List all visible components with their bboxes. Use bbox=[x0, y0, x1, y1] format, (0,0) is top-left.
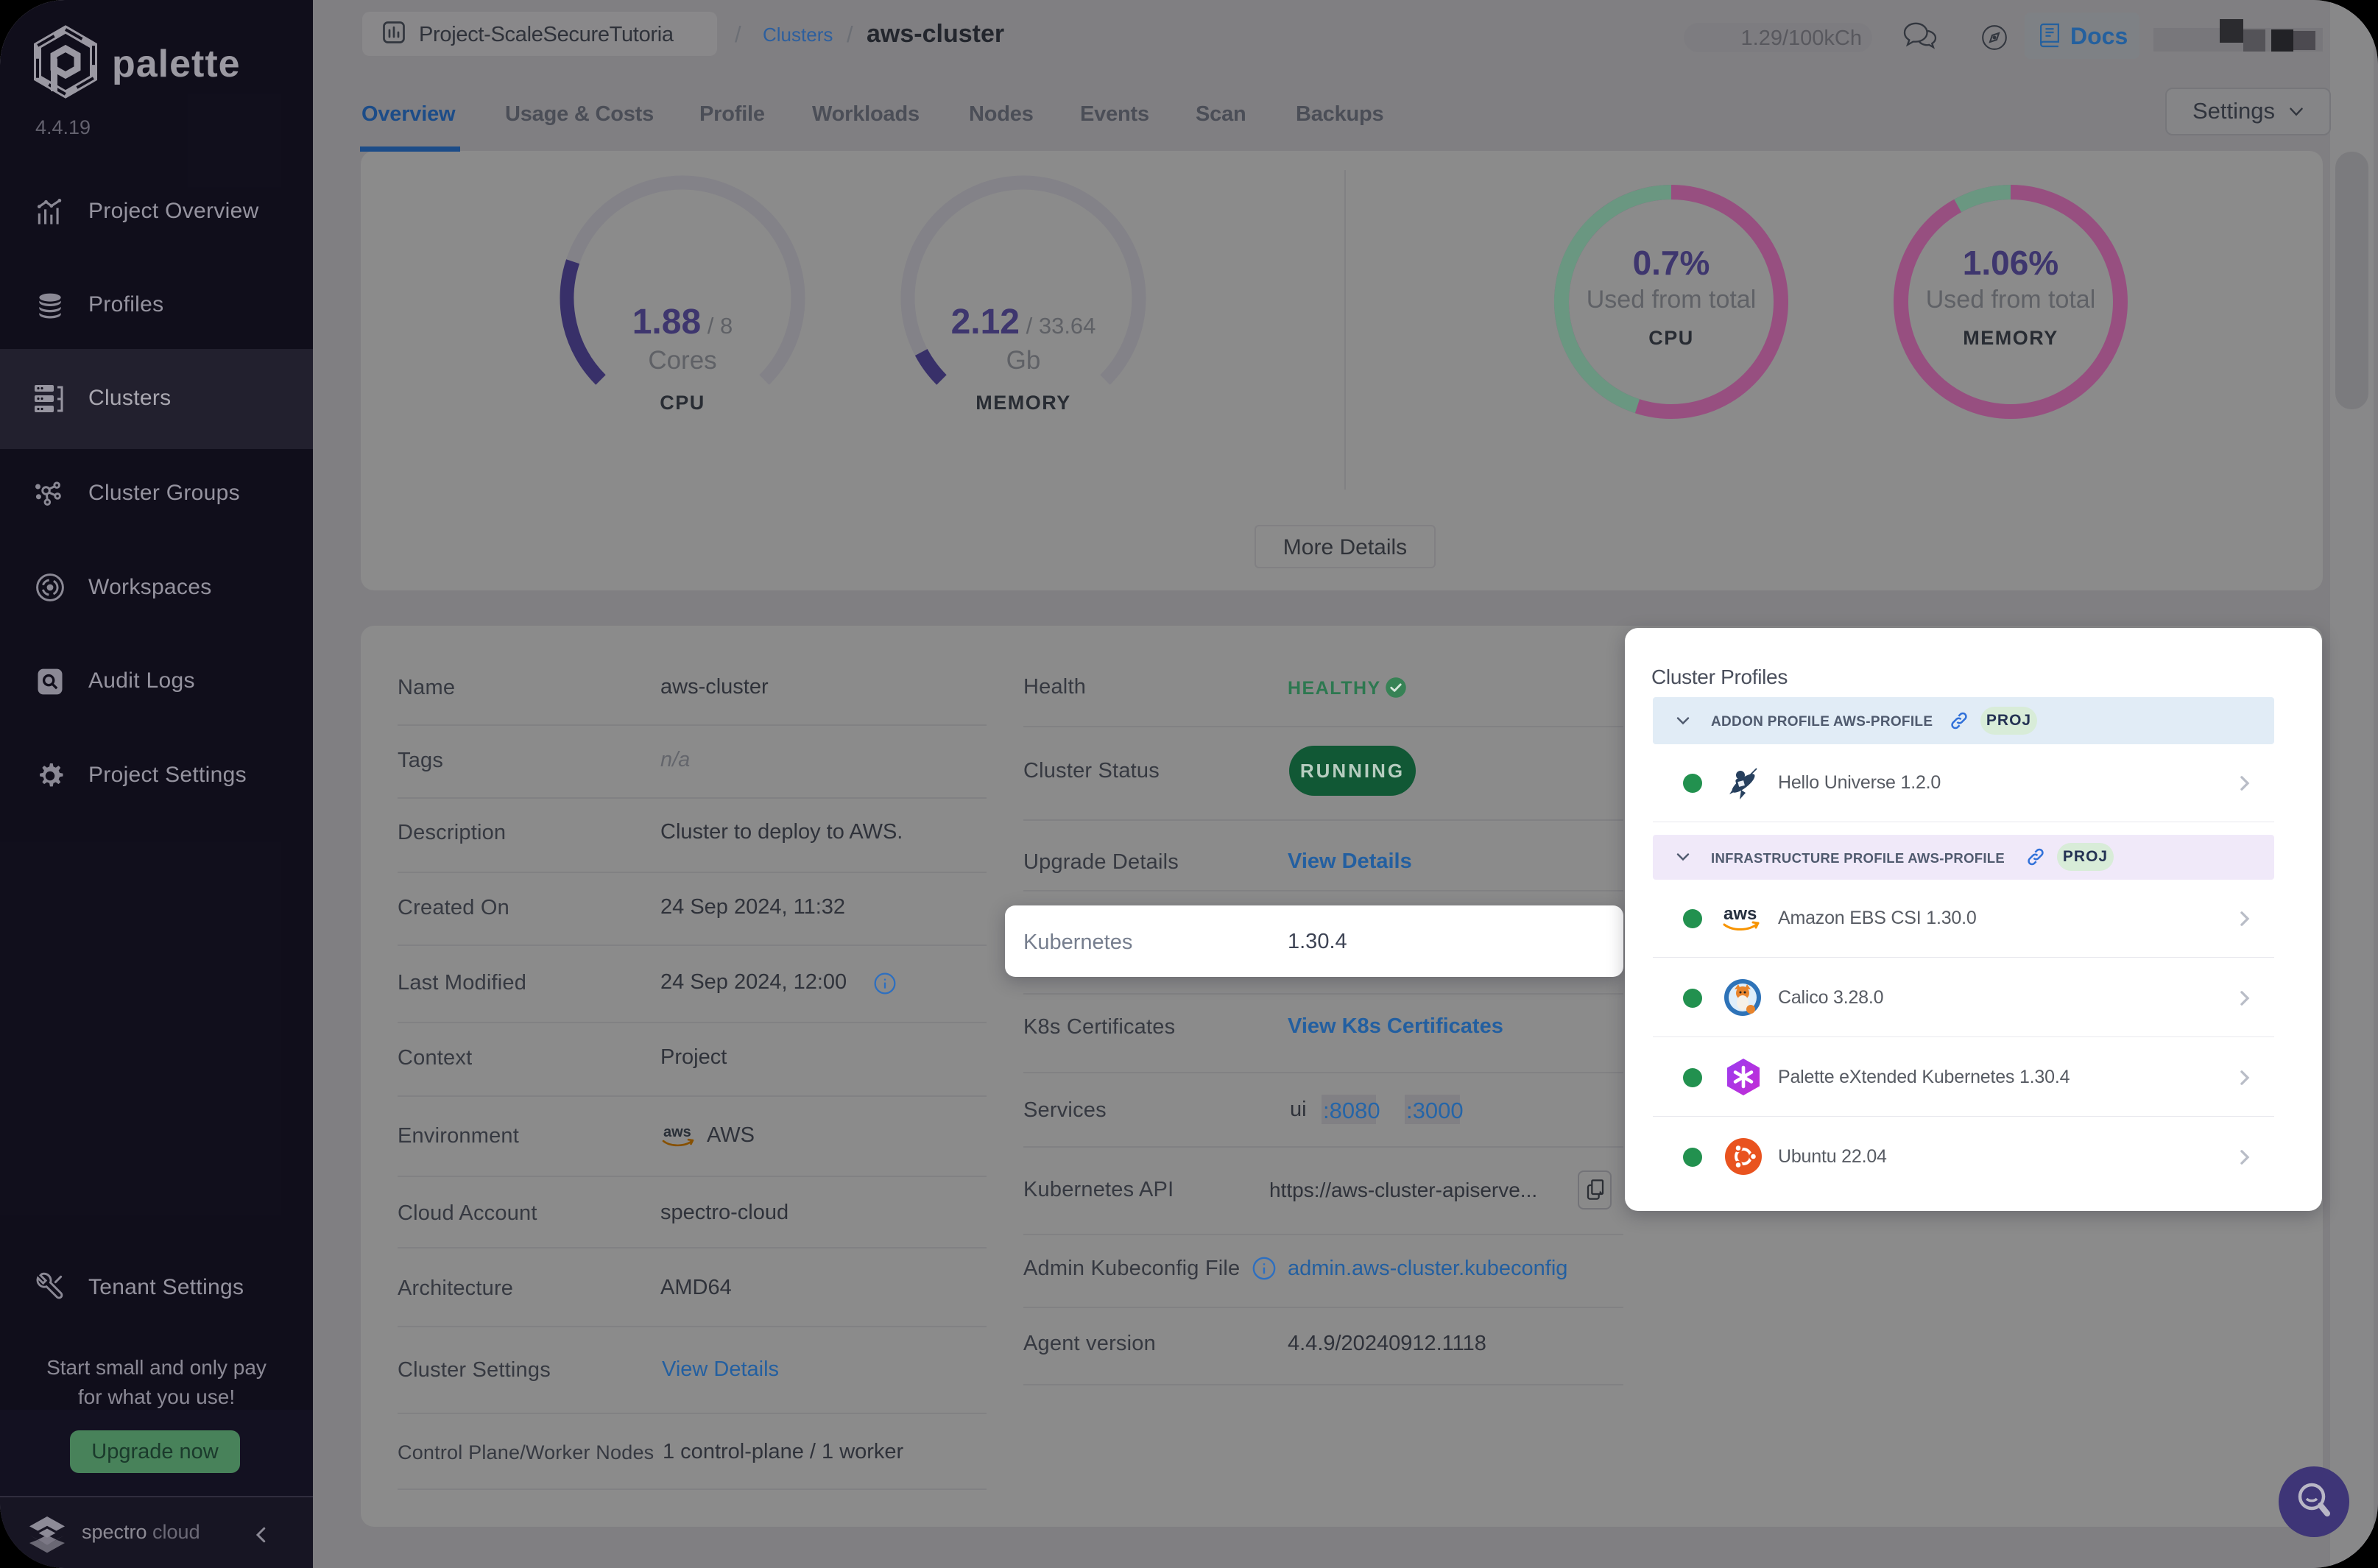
svg-text:aws: aws bbox=[1723, 904, 1757, 924]
